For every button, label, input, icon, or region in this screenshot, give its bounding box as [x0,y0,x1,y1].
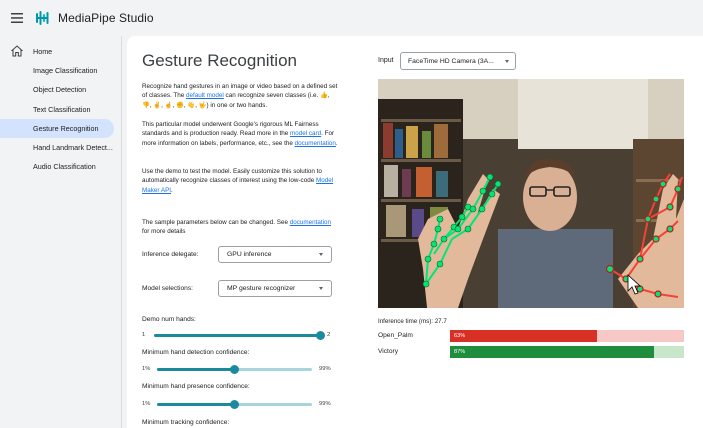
mediapipe-logo-icon [36,11,49,25]
presence-confidence-label: Minimum hand presence confidence: [142,383,250,390]
params-info-paragraph: The sample parameters below can be chang… [142,218,340,237]
model-selection-value: MP gesture recognizer [227,285,296,292]
sidebar-item-label: Text Classification [33,104,91,114]
chevron-down-icon [319,253,323,256]
result-label: Victory [378,348,399,355]
slider-fill [157,403,235,406]
num-hands-max: 2 [327,332,331,338]
sidebar-item-hand-landmark-detection[interactable]: Hand Landmark Detect... [0,138,114,157]
num-hands-label: Demo num hands: [142,316,196,323]
sidebar-item-label: Object Detection [33,85,87,95]
sidebar-item-gesture-recognition[interactable]: Gesture Recognition [0,118,114,138]
model-selection-label: Model selections: [142,285,193,292]
main-content: Gesture Recognition Recognize hand gestu… [127,36,703,428]
num-hands-min: 1 [142,332,146,338]
sidebar-item-label: Hand Landmark Detect... [33,143,113,153]
input-label: Input [378,57,394,64]
chevron-down-icon [505,60,509,63]
camera-select[interactable]: FaceTime HD Camera (3A... [400,52,516,70]
tracking-confidence-label: Minimum tracking confidence: [142,419,230,426]
hamburger-menu-icon [11,13,23,23]
app-title: MediaPipe Studio [58,11,154,25]
slider-thumb[interactable] [315,331,325,340]
sidebar-item-text-classification[interactable]: Text Classification [0,100,114,119]
inference-time: Inference time (ms): 27.7 [378,318,447,325]
default-model-link[interactable]: default model [186,92,224,99]
sidebar-item-label: Audio Classification [33,162,96,172]
num-hands-slider[interactable] [154,331,325,340]
slider-thumb[interactable] [230,365,239,374]
detection-confidence-max: 99% [319,366,331,372]
camera-preview [378,79,684,308]
presence-confidence-max: 99% [319,401,331,407]
sidebar-nav: Home Image Classification Object Detecti… [0,36,124,428]
inference-delegate-select[interactable]: GPU inference [218,246,332,263]
params-documentation-link[interactable]: documentation [290,219,331,226]
sidebar-item-object-detection[interactable]: Object Detection [0,80,114,99]
demo-info-text-end: . [171,186,173,194]
model-selection-select[interactable]: MP gesture recognizer [218,280,332,297]
sidebar-divider [121,36,122,428]
menu-button[interactable] [2,0,32,36]
documentation-link[interactable]: documentation [295,140,336,147]
top-app-bar: MediaPipe Studio [0,0,703,36]
page-title: Gesture Recognition [142,51,297,70]
sidebar-item-label: Gesture Recognition [33,123,99,133]
params-info-text: The sample parameters below can be chang… [142,219,290,226]
inference-delegate-value: GPU inference [227,251,272,258]
presence-confidence-min: 1% [142,401,151,407]
sidebar-item-audio-classification[interactable]: Audio Classification [0,157,114,176]
result-percent: 87% [454,349,466,355]
detection-confidence-min: 1% [142,366,151,372]
result-percent: 63% [454,333,466,339]
result-label: Open_Palm [378,332,413,339]
detection-confidence-label: Minimum hand detection confidence: [142,349,250,356]
slider-fill [157,368,235,371]
detection-confidence-slider[interactable] [157,365,312,374]
sidebar-item-home[interactable]: Home [0,42,114,61]
params-info-text-end: for more details [142,228,186,236]
demo-info-paragraph: Use the demo to test the model. Easily c… [142,167,340,195]
slider-thumb[interactable] [230,400,239,409]
presence-confidence-slider[interactable] [157,400,312,409]
sidebar-item-label: Home [33,47,53,57]
model-card-link[interactable]: model card [290,130,321,137]
sidebar-item-label: Image Classification [33,66,98,76]
result-bar-fill [450,346,654,358]
intro-paragraph: Recognize hand gestures in an image or v… [142,82,340,110]
chevron-down-icon [319,287,323,290]
webcam-frame-image [378,79,684,308]
slider-fill [154,334,320,337]
result-row: Open_Palm 63% [378,330,688,342]
result-bar-fill [450,330,598,342]
result-bar: 63% [450,330,684,342]
sidebar-item-image-classification[interactable]: Image Classification [0,61,114,80]
result-row: Victory 87% [378,346,688,358]
result-bar: 87% [450,346,684,358]
model-info-paragraph: This particular model underwent Google's… [142,120,340,148]
inference-delegate-label: Inference delegate: [142,251,199,258]
camera-select-value: FaceTime HD Camera (3A... [408,57,494,65]
model-info-text-end: . [335,139,338,147]
demo-info-text: Use the demo to test the model. Easily c… [142,168,322,185]
